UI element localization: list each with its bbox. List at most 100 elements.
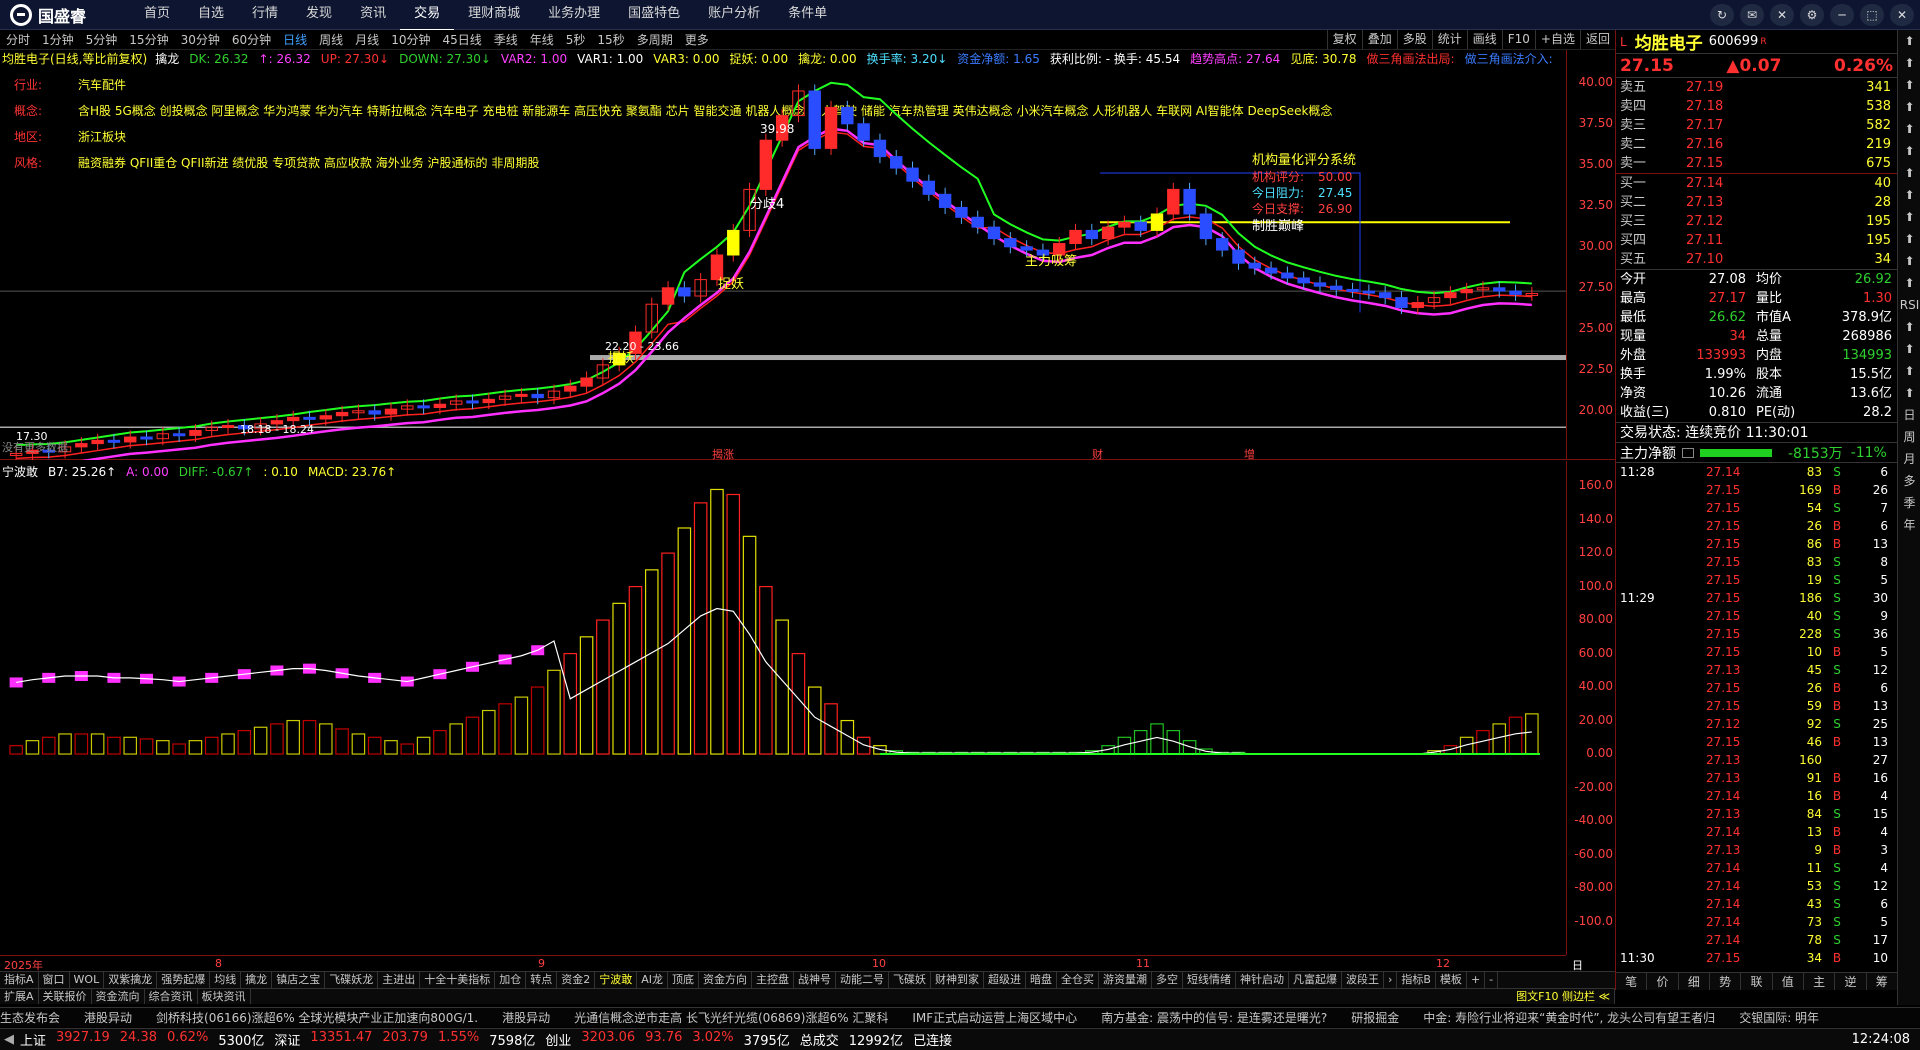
ask-row[interactable]: 卖四 27.18 538 [1616, 97, 1897, 116]
window-button-icon[interactable]: ─ [1830, 4, 1854, 26]
side-tab[interactable]: ⬆ [1898, 338, 1920, 360]
indicator-tab[interactable]: 多空 [1152, 972, 1183, 988]
menu-item[interactable]: 交易 [400, 0, 455, 31]
period-tab[interactable]: 10分钟 [385, 31, 436, 48]
period-tab[interactable]: 15秒 [591, 31, 630, 48]
quote-tab[interactable]: 细 [1679, 973, 1710, 990]
indicator-tab[interactable]: 主控盘 [752, 972, 794, 988]
chart-tool-button[interactable]: F10 [1501, 30, 1535, 49]
extension-tab[interactable]: 板块资讯 [198, 989, 251, 1004]
window-button-icon[interactable]: ⚙ [1800, 4, 1824, 26]
quote-tab[interactable]: 筹 [1867, 973, 1898, 990]
menu-item[interactable]: 首页 [130, 0, 184, 31]
indicator-tab[interactable]: 模板 [1436, 972, 1467, 988]
side-tab[interactable]: ⬆ [1898, 360, 1920, 382]
indicator-tab[interactable]: 游资量潮 [1099, 972, 1152, 988]
indicator-tab[interactable]: 动能二号 [836, 972, 889, 988]
window-button-icon[interactable]: ⬚ [1860, 4, 1884, 26]
news-item[interactable]: 生态发布会 [0, 1011, 60, 1025]
indicator-tab[interactable]: 财神到家 [931, 972, 984, 988]
chart-tool-button[interactable]: 叠加 [1361, 30, 1397, 49]
news-item[interactable]: IMF正式启动运营上海区域中心 [912, 1011, 1077, 1025]
event-marker[interactable]: 增 [1244, 447, 1255, 460]
sound-icon[interactable]: ◀ [4, 1032, 14, 1047]
window-button-icon[interactable]: ✉ [1740, 4, 1764, 26]
menu-item[interactable]: 国盛特色 [614, 0, 694, 31]
chart-tool-button[interactable]: 复权 [1326, 30, 1362, 49]
sub-plot[interactable] [0, 461, 1566, 955]
news-item[interactable]: 港股异动 [502, 1011, 550, 1025]
indicator-tab[interactable]: AI龙 [637, 972, 668, 988]
indicator-tab[interactable]: 十全十美指标 [420, 972, 496, 988]
quote-tab[interactable]: 势 [1710, 973, 1742, 990]
chart-tool-button[interactable]: 画线 [1466, 30, 1502, 49]
side-tab[interactable]: 日 [1898, 404, 1920, 426]
side-tab[interactable]: ⬆ [1898, 52, 1920, 74]
period-tab[interactable]: 1分钟 [36, 31, 80, 48]
side-tab[interactable]: ⬆ [1898, 206, 1920, 228]
side-tab[interactable]: RSI [1898, 294, 1920, 316]
side-tab[interactable]: 月 [1898, 448, 1920, 470]
side-tab[interactable]: 季 [1898, 492, 1920, 514]
chart-tool-button[interactable]: 多股 [1396, 30, 1432, 49]
quote-tab[interactable]: 主 [1804, 973, 1836, 990]
indicator-tab[interactable]: 均线 [210, 972, 242, 988]
quote-tab[interactable]: 联 [1741, 973, 1773, 990]
f10-sidebar-tab[interactable]: 图文F10 侧边栏 ≪ [1512, 989, 1615, 1004]
period-tab[interactable]: 30分钟 [175, 31, 226, 48]
window-button-icon[interactable]: ↻ [1710, 4, 1734, 26]
indicator-tab[interactable]: 加仓 [495, 972, 527, 988]
indicator-tab[interactable]: 双紫擒龙 [104, 972, 158, 988]
indicator-tab[interactable]: 短线情绪 [1183, 972, 1236, 988]
ask-row[interactable]: 卖五 27.19 341 [1616, 78, 1897, 97]
side-tab[interactable]: ⬆ [1898, 316, 1920, 338]
indicator-tab[interactable]: 顶底 [668, 972, 699, 988]
menu-item[interactable]: 行情 [238, 0, 292, 31]
ask-row[interactable]: 卖二 27.16 219 [1616, 135, 1897, 154]
bid-row[interactable]: 买二 27.13 28 [1616, 193, 1897, 212]
side-tab[interactable]: ⬆ [1898, 162, 1920, 184]
event-marker[interactable]: 揭涨 [712, 447, 734, 460]
menu-item[interactable]: 自选 [184, 0, 238, 31]
period-tab[interactable]: 年线 [524, 31, 560, 48]
event-marker[interactable]: 财 [1092, 447, 1103, 460]
sub-indicator-chart[interactable]: 宁波敢 B7: 25.26↑ A: 0.00 DIFF: -0.67↑: 0.10 MA… [0, 461, 1615, 991]
quote-tab[interactable]: 逆 [1835, 973, 1867, 990]
news-item[interactable]: 光通信概念逆市走高 长飞光纤光缆(06869)涨超6% 汇聚科 [574, 1011, 888, 1025]
menu-item[interactable]: 资讯 [346, 0, 400, 31]
news-item[interactable]: 南方基金: 震荡中的信号: 是连雾还是曙光? [1101, 1011, 1327, 1025]
indicator-tab[interactable]: 凡富起爆 [1289, 972, 1342, 988]
window-button-icon[interactable]: ✕ [1770, 4, 1794, 26]
period-tab[interactable]: 日线 [277, 31, 313, 48]
side-tab[interactable]: 周 [1898, 426, 1920, 448]
chart-tool-button[interactable]: +自选 [1534, 30, 1580, 49]
quote-tab[interactable]: 价 [1647, 973, 1679, 990]
side-tab[interactable]: ⬆ [1898, 272, 1920, 294]
menu-item[interactable]: 业务办理 [534, 0, 614, 31]
news-item[interactable]: 港股异动 [84, 1011, 132, 1025]
indicator-tab[interactable]: + [1467, 972, 1486, 988]
extension-tab[interactable]: 综合资讯 [145, 989, 198, 1004]
side-tab[interactable]: ⬆ [1898, 250, 1920, 272]
quote-tab[interactable]: 笔 [1616, 973, 1648, 990]
indicator-tab[interactable]: 全仓买 [1057, 972, 1099, 988]
tick-list[interactable]: 11:28 27.14 83 S 6 27.15 169 B 26 27.15 54 S 7 27.15 2… [1616, 463, 1897, 967]
side-tab[interactable]: ⬆ [1898, 140, 1920, 162]
indicator-tab[interactable]: 飞碟妖 [889, 972, 931, 988]
indicator-tab[interactable]: 窗口 [39, 972, 70, 988]
period-tab[interactable]: 分时 [0, 31, 36, 48]
menu-item[interactable]: 发现 [292, 0, 346, 31]
news-item[interactable]: 研报掘金 [1351, 1011, 1399, 1025]
side-tab[interactable]: ⬆ [1898, 74, 1920, 96]
indicator-tab[interactable]: WOL [70, 972, 105, 988]
menu-item[interactable]: 条件单 [774, 0, 841, 31]
kline-chart[interactable]: 均胜电子(日线,等比前复权) 擒龙 DK: 26.32 ↑: 26.32 UP: 27.… [0, 50, 1615, 460]
indicator-tab[interactable]: 波段王 [1342, 972, 1384, 988]
bid-row[interactable]: 买四 27.11 195 [1616, 231, 1897, 250]
side-tab[interactable]: ⬆ [1898, 118, 1920, 140]
ask-row[interactable]: 卖一 27.15 675 [1616, 154, 1897, 173]
indicator-tab[interactable]: 指标B [1397, 972, 1436, 988]
side-tab[interactable]: 年 [1898, 514, 1920, 536]
window-button-icon[interactable]: ✕ [1890, 4, 1914, 26]
indicator-tab[interactable]: 指标A [0, 972, 39, 988]
